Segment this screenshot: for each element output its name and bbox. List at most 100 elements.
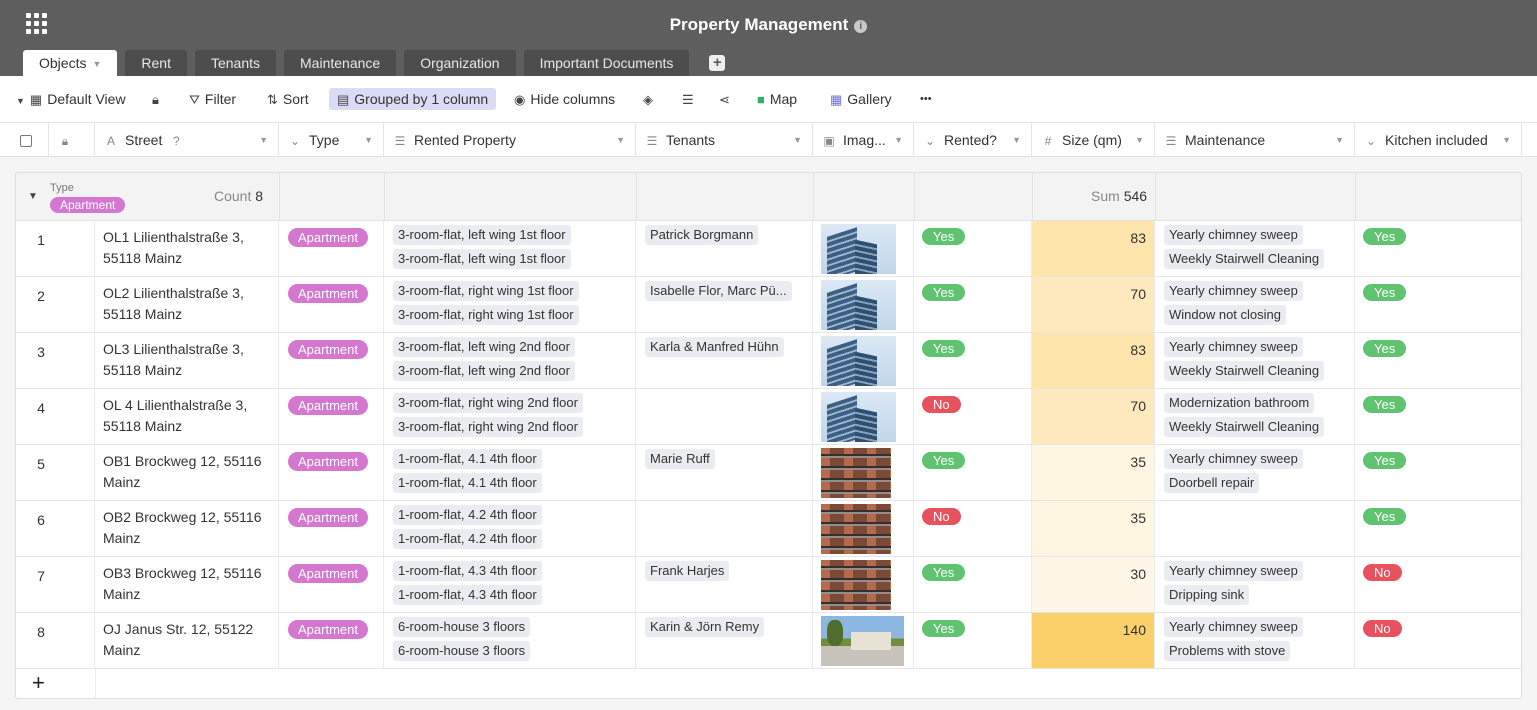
rented-property-tag[interactable]: 3-room-flat, right wing 1st floor: [393, 305, 579, 325]
collapse-group-icon[interactable]: ▼: [28, 191, 38, 202]
rented-property-tag[interactable]: 1-room-flat, 4.3 4th floor: [393, 585, 542, 605]
image-cell[interactable]: [813, 557, 914, 612]
maintenance-tag[interactable]: Problems with stove: [1164, 641, 1291, 661]
column-header-type[interactable]: ⌄ Type ▼: [279, 123, 384, 157]
table-row[interactable]: 5 OB1 Brockweg 12, 55116 Mainz Apartment 1-…: [16, 445, 1521, 501]
rented-property-cell[interactable]: 3-room-flat, right wing 2nd floor 3-room-…: [384, 389, 636, 444]
chevron-down-icon[interactable]: ▼: [1335, 123, 1344, 157]
tab-organization[interactable]: Organization: [404, 50, 516, 76]
image-cell[interactable]: [813, 277, 914, 332]
rented-property-tag[interactable]: 3-room-flat, left wing 2nd floor: [393, 361, 575, 381]
size-cell[interactable]: 35: [1032, 501, 1155, 556]
rented-cell[interactable]: Yes: [914, 557, 1032, 612]
rented-property-tag[interactable]: 3-room-flat, right wing 1st floor: [393, 281, 579, 301]
column-header-size[interactable]: # Size (qm) ▼: [1032, 123, 1155, 157]
rented-property-cell[interactable]: 1-room-flat, 4.2 4th floor 1-room-flat, 4…: [384, 501, 636, 556]
filter-button[interactable]: ⛛ Filter: [189, 88, 236, 110]
tab-maintenance[interactable]: Maintenance: [284, 50, 397, 76]
street-cell[interactable]: OL 4 Lilienthalstraße 3, 55118 Mainz: [95, 389, 279, 444]
tenant-tag[interactable]: Karin & Jörn Remy: [645, 617, 765, 637]
rented-property-tag[interactable]: 3-room-flat, left wing 1st floor: [393, 225, 571, 245]
table-row[interactable]: 1 OL1 Lilienthalstraße 3, 55118 Mainz Apar…: [16, 221, 1521, 277]
rented-cell[interactable]: Yes: [914, 333, 1032, 388]
street-cell[interactable]: OB2 Brockweg 12, 55116 Mainz: [95, 501, 279, 556]
tenant-tag[interactable]: Isabelle Flor, Marc Pü...: [645, 281, 792, 301]
rented-cell[interactable]: No: [914, 501, 1032, 556]
rented-property-cell[interactable]: 3-room-flat, left wing 1st floor 3-room-f…: [384, 221, 636, 276]
maintenance-tag[interactable]: Yearly chimney sweep: [1164, 449, 1303, 469]
hide-columns-button[interactable]: ◉ Hide columns: [514, 88, 615, 110]
maintenance-tag[interactable]: Weekly Stairwell Cleaning: [1164, 417, 1325, 437]
type-cell[interactable]: Apartment: [279, 333, 384, 388]
maintenance-tag[interactable]: Dripping sink: [1164, 585, 1250, 605]
rented-property-tag[interactable]: 1-room-flat, 4.2 4th floor: [393, 505, 542, 525]
image-cell[interactable]: [813, 613, 914, 668]
rented-property-cell[interactable]: 1-room-flat, 4.3 4th floor 1-room-flat, 4…: [384, 557, 636, 612]
column-header-maintenance[interactable]: ☰ Maintenance ▼: [1155, 123, 1355, 157]
brick-building-photo[interactable]: [821, 448, 891, 498]
type-cell[interactable]: Apartment: [279, 277, 384, 332]
brick-building-photo[interactable]: [821, 504, 891, 554]
size-cell[interactable]: 83: [1032, 333, 1155, 388]
checkbox[interactable]: [20, 135, 32, 147]
size-cell[interactable]: 35: [1032, 445, 1155, 500]
chevron-down-icon[interactable]: ▼: [793, 123, 802, 157]
map-plugin-button[interactable]: ■ Map: [757, 88, 797, 110]
chevron-down-icon[interactable]: ▼: [92, 51, 101, 77]
chevron-down-icon[interactable]: ▼: [259, 123, 268, 157]
image-cell[interactable]: [813, 501, 914, 556]
street-cell[interactable]: OJ Janus Str. 12, 55122 Mainz: [95, 613, 279, 668]
type-cell[interactable]: Apartment: [279, 613, 384, 668]
kitchen-cell[interactable]: Yes: [1355, 221, 1521, 276]
image-cell[interactable]: [813, 445, 914, 500]
maintenance-tag[interactable]: Yearly chimney sweep: [1164, 225, 1303, 245]
street-cell[interactable]: OL3 Lilienthalstraße 3, 55118 Mainz: [95, 333, 279, 388]
column-header-image[interactable]: ▣ Imag... ▼: [813, 123, 914, 157]
tenant-tag[interactable]: Frank Harjes: [645, 561, 730, 581]
share-button[interactable]: ⋖: [719, 88, 735, 110]
maintenance-tag[interactable]: Window not closing: [1164, 305, 1286, 325]
building-photo[interactable]: [821, 280, 896, 330]
table-row[interactable]: 4 OL 4 Lilienthalstraße 3, 55118 Mainz Apa…: [16, 389, 1521, 445]
rented-property-tag[interactable]: 1-room-flat, 4.1 4th floor: [393, 473, 542, 493]
tenants-cell[interactable]: Frank Harjes: [636, 557, 813, 612]
rented-property-tag[interactable]: 1-room-flat, 4.1 4th floor: [393, 449, 542, 469]
house-photo[interactable]: [821, 616, 904, 666]
maintenance-cell[interactable]: Yearly chimney sweep Weekly Stairwell Cle…: [1155, 333, 1355, 388]
type-cell[interactable]: Apartment: [279, 221, 384, 276]
group-button[interactable]: ▤ Grouped by 1 column: [329, 88, 497, 110]
image-cell[interactable]: [813, 221, 914, 276]
table-row[interactable]: 8 OJ Janus Str. 12, 55122 Mainz Apartment 6…: [16, 613, 1521, 669]
kitchen-cell[interactable]: Yes: [1355, 277, 1521, 332]
street-cell[interactable]: OL1 Lilienthalstraße 3, 55118 Mainz: [95, 221, 279, 276]
maintenance-cell[interactable]: Yearly chimney sweep Problems with stove: [1155, 613, 1355, 668]
kitchen-cell[interactable]: Yes: [1355, 333, 1521, 388]
kitchen-cell[interactable]: No: [1355, 557, 1521, 612]
tab-rent[interactable]: Rent: [125, 50, 187, 76]
chevron-down-icon[interactable]: ▼: [364, 123, 373, 157]
help-icon[interactable]: ?: [168, 124, 184, 157]
chevron-down-icon[interactable]: ▼: [894, 123, 903, 157]
kitchen-cell[interactable]: Yes: [1355, 389, 1521, 444]
sort-button[interactable]: ⇅ Sort: [267, 88, 309, 110]
maintenance-cell[interactable]: [1155, 501, 1355, 556]
rented-cell[interactable]: Yes: [914, 277, 1032, 332]
info-icon[interactable]: i: [854, 20, 868, 33]
column-header-rented[interactable]: ⌄ Rented? ▼: [914, 123, 1032, 157]
maintenance-tag[interactable]: Yearly chimney sweep: [1164, 617, 1303, 637]
maintenance-tag[interactable]: Modernization bathroom: [1164, 393, 1315, 413]
size-cell[interactable]: 70: [1032, 277, 1155, 332]
tenants-cell[interactable]: Isabelle Flor, Marc Pü...: [636, 277, 813, 332]
tenant-tag[interactable]: Karla & Manfred Hühn: [645, 337, 784, 357]
column-header-tenants[interactable]: ☰ Tenants ▼: [636, 123, 813, 157]
building-photo[interactable]: [821, 392, 896, 442]
chevron-down-icon[interactable]: ▼: [616, 123, 625, 157]
maintenance-cell[interactable]: Yearly chimney sweep Dripping sink: [1155, 557, 1355, 612]
maintenance-cell[interactable]: Modernization bathroom Weekly Stairwell C…: [1155, 389, 1355, 444]
image-cell[interactable]: [813, 333, 914, 388]
rented-cell[interactable]: No: [914, 389, 1032, 444]
maintenance-tag[interactable]: Yearly chimney sweep: [1164, 337, 1303, 357]
add-row-button[interactable]: +: [32, 672, 45, 694]
rented-cell[interactable]: Yes: [914, 445, 1032, 500]
tab-important-documents[interactable]: Important Documents: [523, 50, 690, 76]
